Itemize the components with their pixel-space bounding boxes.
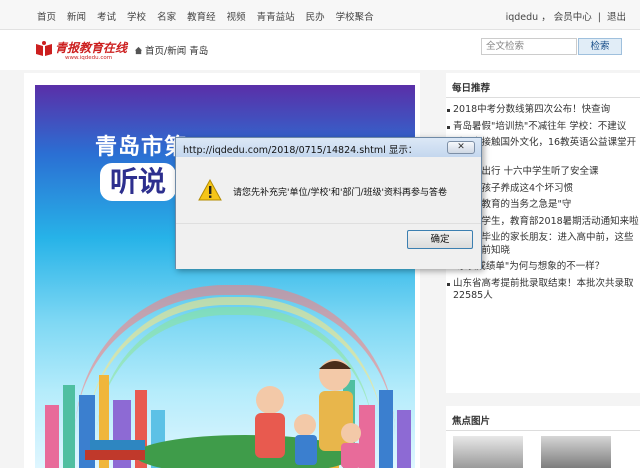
dialog-close-button[interactable]: ✕ <box>447 141 475 154</box>
focus-thumbnail[interactable] <box>453 436 523 468</box>
alert-dialog: http://iqdedu.com/2018/0715/14824.shtml … <box>175 137 482 269</box>
nav-item-video[interactable]: 视频 <box>227 9 246 23</box>
list-item[interactable]: 青岛暑假"培训热"不减往年 学校：不建议 <box>446 121 640 134</box>
search-input[interactable]: 全文检索 <box>481 38 577 55</box>
nav-item-school[interactable]: 学校 <box>127 9 146 23</box>
breadcrumb-section[interactable]: 新闻 青岛 <box>167 46 208 57</box>
user-links: iqdedu，会员中心 | 退出 <box>503 9 626 23</box>
book-logo-icon <box>36 41 52 56</box>
breadcrumb: 首页/新闻 青岛 <box>134 43 208 57</box>
nav-item-station[interactable]: 青青益站 <box>257 9 295 23</box>
top-nav: 首页 新闻 考试 学校 名家 教育经 视频 青青益站 民办 学校聚合 <box>37 9 385 23</box>
nav-item-school-hub[interactable]: 学校聚合 <box>336 9 374 23</box>
nav-item-home[interactable]: 首页 <box>37 9 56 23</box>
separator: | <box>597 12 601 23</box>
logout-link[interactable]: 退出 <box>607 12 626 23</box>
list-item[interactable]: 山东省高考提前批录取结束！本批次共录取22585人 <box>446 278 640 303</box>
breadcrumb-home[interactable]: 首页 <box>145 46 164 57</box>
list-item[interactable]: 2018中考分数线第四次公布！快查询 <box>446 104 640 117</box>
nav-item-edu[interactable]: 教育经 <box>187 9 216 23</box>
recommend-title: 每日推荐 <box>452 83 491 94</box>
logo-url: www.iqdedu.com <box>65 55 113 61</box>
nav-item-news[interactable]: 新闻 <box>67 9 86 23</box>
home-icon <box>134 46 143 55</box>
site-logo[interactable]: 青报教育在线 www.iqdedu.com <box>35 38 127 64</box>
nav-item-private[interactable]: 民办 <box>306 9 325 23</box>
separator: ， <box>541 12 551 23</box>
focus-title: 焦点图片 <box>452 416 491 427</box>
focus-thumbnail[interactable] <box>541 436 611 468</box>
warning-icon <box>198 179 222 201</box>
search-button[interactable]: 检索 <box>578 38 622 55</box>
dialog-title: http://iqdedu.com/2018/0715/14824.shtml … <box>183 145 418 156</box>
city-skyline-illustration <box>45 359 411 468</box>
dialog-message: 请您先补充完'单位/学校'和'部门/班级'资料再参与答卷 <box>233 188 447 198</box>
divider <box>446 97 640 98</box>
member-center-link[interactable]: 会员中心 <box>554 12 592 23</box>
ok-button[interactable]: 确定 <box>407 230 473 249</box>
nav-item-experts[interactable]: 名家 <box>157 9 176 23</box>
poster-subtitle: 听说 <box>100 163 177 201</box>
poster-title: 青岛市第 <box>95 135 188 160</box>
nav-item-exam[interactable]: 考试 <box>97 9 116 23</box>
username-link[interactable]: iqdedu <box>506 12 539 23</box>
divider <box>446 430 640 431</box>
logo-name: 青报教育在线 <box>55 41 128 55</box>
